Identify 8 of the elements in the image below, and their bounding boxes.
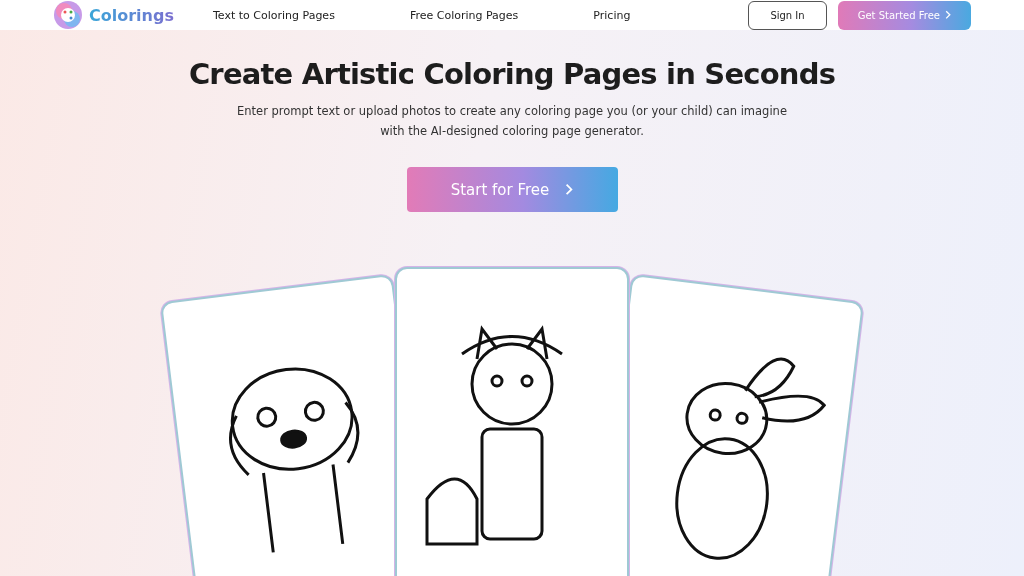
- nav-link[interactable]: Text to Coloring Pages: [213, 8, 335, 22]
- sign-in-button[interactable]: Sign In: [748, 0, 827, 30]
- hero-title: Create Artistic Coloring Pages in Seconds: [188, 57, 836, 91]
- chevron-right-icon: [565, 183, 574, 196]
- chevron-right-icon: [945, 10, 951, 20]
- hero-subtitle: Enter prompt text or upload photos to create any coloring page you (or your child) can imagine with the AI-designed coloring page generator.: [237, 103, 787, 140]
- nav-link[interactable]: Pricing: [593, 8, 631, 22]
- nav-link[interactable]: Free Coloring Pages: [409, 8, 519, 22]
